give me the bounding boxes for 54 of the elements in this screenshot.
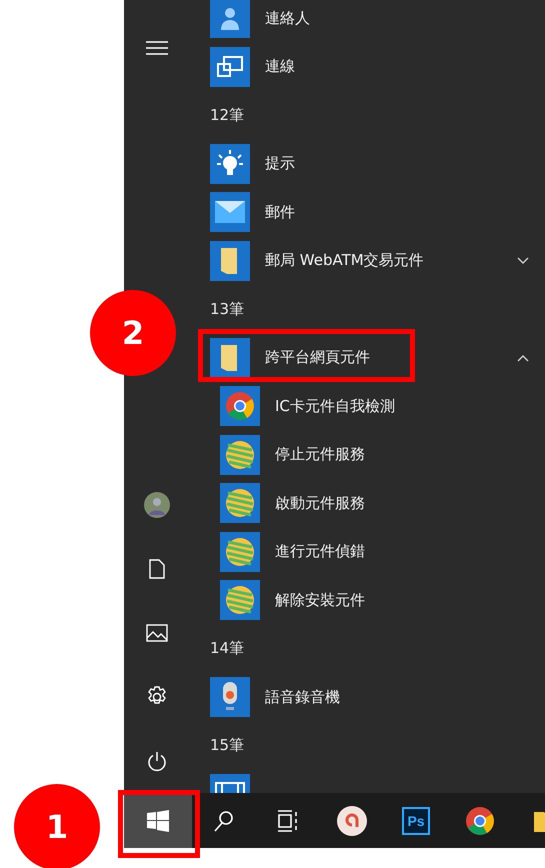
start-button[interactable] [124, 793, 192, 848]
app-label[interactable]: 語音錄音機 [265, 688, 529, 707]
striped-globe-icon [224, 585, 256, 616]
group-header: 13筆 [210, 300, 244, 319]
chrome-icon [465, 806, 495, 836]
striped-globe-icon [224, 440, 256, 470]
app-tile[interactable] [210, 677, 250, 718]
app-tile[interactable] [210, 192, 250, 232]
app-tile[interactable] [210, 338, 250, 378]
windows-logo-icon [147, 810, 169, 832]
chrome-icon [225, 391, 255, 422]
app-label[interactable]: 停止元件服務 [275, 445, 529, 464]
app-tile[interactable] [220, 580, 260, 620]
microphone-icon [220, 682, 240, 712]
menu-icon [146, 41, 168, 55]
app-label[interactable]: 解除安裝元件 [275, 590, 529, 610]
chevron-up-icon[interactable] [517, 354, 529, 362]
document-icon [149, 559, 165, 579]
step-number: 2 [90, 290, 176, 376]
group-header: 12筆 [210, 106, 244, 125]
app-label[interactable]: 連線 [265, 57, 529, 76]
folder-label[interactable]: 郵局 WebATM交易元件 [265, 251, 517, 270]
picture-icon [146, 624, 168, 642]
avatar-icon [144, 492, 170, 518]
app-tile[interactable] [210, 144, 250, 184]
app-tile[interactable] [220, 532, 260, 572]
app-label[interactable]: 連絡人 [265, 8, 529, 28]
striped-globe-icon [224, 488, 256, 518]
person-icon [218, 6, 242, 30]
taskbar-app[interactable]: Ps [384, 793, 448, 848]
power-icon [147, 750, 167, 772]
app-label[interactable]: 進行元件偵錯 [275, 542, 529, 562]
app-label[interactable]: 郵件 [265, 202, 529, 222]
step-number: 1 [14, 784, 100, 868]
task-view-icon [277, 810, 299, 832]
folder-label[interactable]: 跨平台網頁元件 [265, 348, 517, 368]
app-label[interactable]: 啟動元件服務 [275, 494, 529, 513]
app-label[interactable]: 提示 [265, 154, 529, 174]
letter-circle-icon [336, 804, 368, 836]
group-header: 15筆 [210, 736, 244, 756]
photoshop-icon: Ps [402, 806, 430, 834]
group-header: 14筆 [210, 639, 244, 658]
search-icon [214, 810, 234, 832]
app-label[interactable]: IC卡元件自我檢測 [275, 396, 529, 416]
cast-icon [217, 56, 243, 78]
app-tile[interactable] [210, 240, 250, 281]
envelope-icon [215, 201, 245, 224]
app-tile[interactable] [220, 483, 260, 524]
app-tile[interactable] [220, 386, 260, 426]
app-tile[interactable] [210, 46, 250, 87]
chevron-down-icon[interactable] [517, 256, 529, 265]
striped-globe-icon [224, 536, 256, 567]
app-tile[interactable] [210, 0, 250, 38]
app-tile[interactable] [220, 434, 260, 475]
